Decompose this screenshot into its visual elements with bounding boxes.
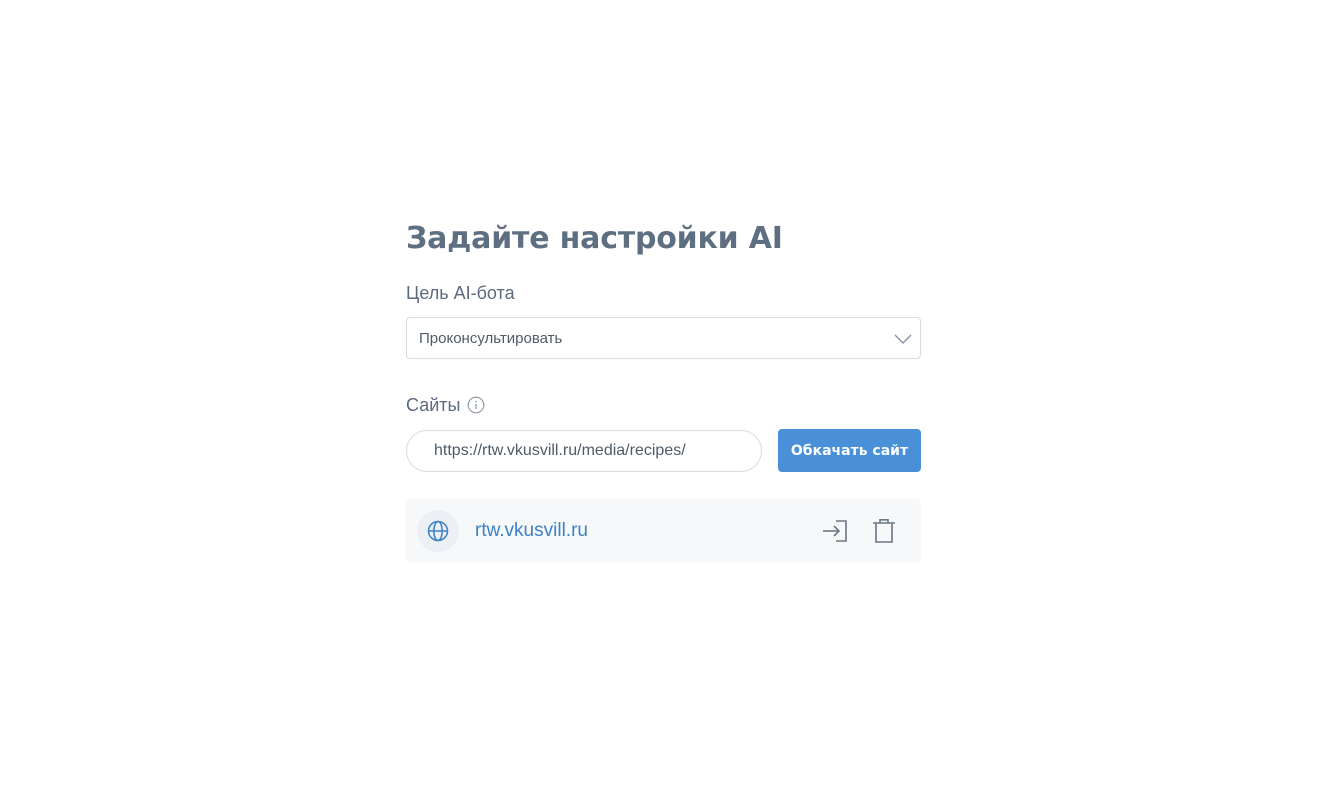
page-title: Задайте настройки AI [406, 221, 783, 256]
goal-select[interactable]: Проконсультировать [406, 317, 921, 359]
url-row: Обкачать сайт [406, 429, 921, 472]
goal-select-value: Проконсультировать [419, 329, 563, 347]
crawl-site-button[interactable]: Обкачать сайт [778, 429, 921, 472]
info-icon[interactable] [467, 396, 485, 414]
globe-icon [417, 510, 459, 552]
sites-label: Сайты [406, 395, 461, 415]
sites-label-row: Сайты [406, 394, 921, 416]
ai-settings-panel: Задайте настройки AI Цель AI-бота Прокон… [406, 218, 921, 563]
site-list-item: rtw.vkusvill.ru [406, 499, 921, 563]
trash-icon[interactable] [869, 516, 899, 546]
site-url-input[interactable] [406, 429, 762, 472]
site-link[interactable]: rtw.vkusvill.ru [475, 520, 588, 542]
site-actions [820, 516, 899, 546]
sign-in-icon[interactable] [820, 516, 850, 546]
chevron-down-icon [894, 331, 912, 345]
goal-label: Цель AI-бота [406, 283, 515, 303]
